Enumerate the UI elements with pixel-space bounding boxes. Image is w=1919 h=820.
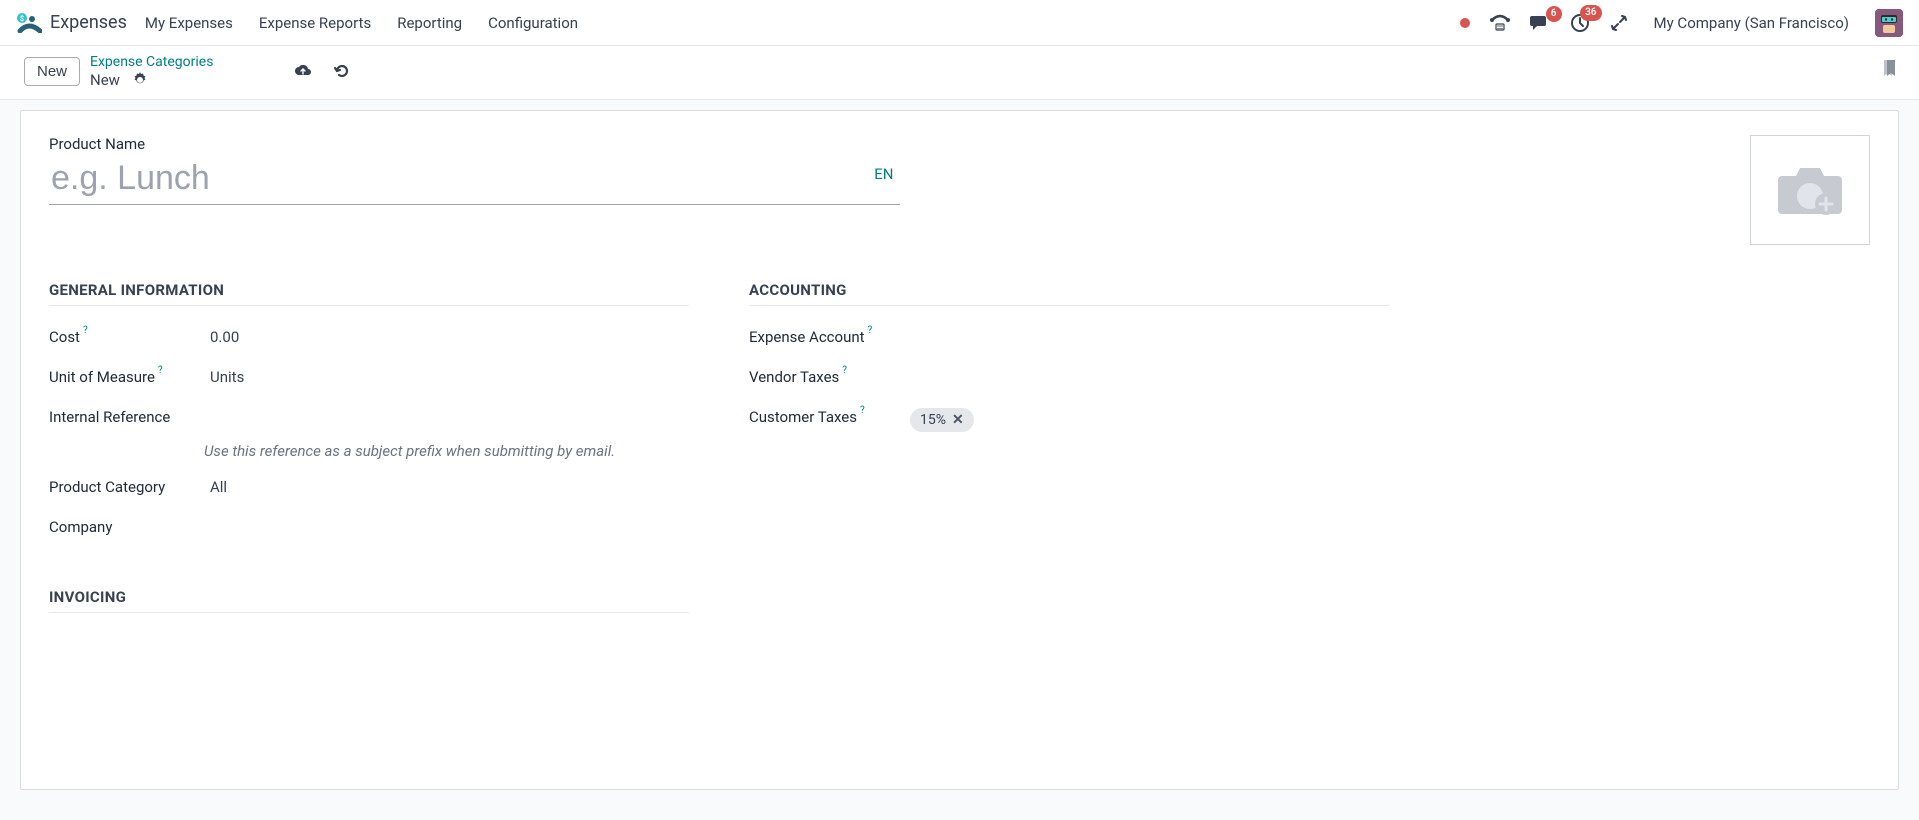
nav-configuration[interactable]: Configuration <box>488 14 578 32</box>
internal-reference-hint: Use this reference as a subject prefix w… <box>204 442 689 460</box>
help-icon[interactable]: ? <box>842 365 847 376</box>
svg-text:$: $ <box>20 15 24 23</box>
tax-tag-label: 15% <box>920 412 946 428</box>
section-title-general: GENERAL INFORMATION <box>49 281 689 306</box>
phone-icon[interactable] <box>1490 14 1510 32</box>
section-title-accounting: ACCOUNTING <box>749 281 1389 306</box>
product-image-placeholder[interactable] <box>1750 135 1870 245</box>
nav-expense-reports[interactable]: Expense Reports <box>259 14 371 32</box>
form-sheet: Product Name EN GENERAL INFORMATION <box>20 110 1899 790</box>
help-icon[interactable]: ? <box>83 325 88 336</box>
nav-my-expenses[interactable]: My Expenses <box>145 14 233 32</box>
top-navbar: $ Expenses My Expenses Expense Reports R… <box>0 0 1919 46</box>
activities-badge: 36 <box>1580 5 1601 21</box>
messages-icon[interactable]: 6 <box>1530 14 1550 32</box>
customer-taxes-label: Customer Taxes <box>749 408 857 426</box>
help-icon[interactable]: ? <box>868 325 873 336</box>
breadcrumb-current: New <box>90 71 120 89</box>
discard-icon[interactable] <box>333 62 351 80</box>
customer-taxes-field[interactable]: 15% ✕ <box>910 408 974 432</box>
help-icon[interactable]: ? <box>158 365 163 376</box>
nav-links: My Expenses Expense Reports Reporting Co… <box>145 14 578 32</box>
section-title-invoicing: INVOICING <box>49 588 689 613</box>
company-label: Company <box>49 518 112 536</box>
general-information-section: GENERAL INFORMATION Cost ? 0.00 Unit of … <box>49 281 689 635</box>
expense-account-label: Expense Account <box>749 328 865 346</box>
product-name-label: Product Name <box>49 135 900 153</box>
tax-tag[interactable]: 15% ✕ <box>910 408 974 432</box>
recording-indicator-icon[interactable] <box>1460 18 1470 28</box>
save-status-icons <box>293 62 351 80</box>
help-icon[interactable]: ? <box>860 405 865 416</box>
user-avatar[interactable] <box>1875 9 1903 37</box>
uom-label: Unit of Measure <box>49 368 155 386</box>
breadcrumb: Expense Categories New <box>90 54 213 89</box>
cloud-save-icon[interactable] <box>293 63 313 79</box>
product-name-input[interactable] <box>49 157 900 205</box>
cost-label: Cost <box>49 328 80 346</box>
messages-badge: 6 <box>1546 6 1562 22</box>
uom-field[interactable]: Units <box>210 368 244 386</box>
activities-icon[interactable]: 36 <box>1570 13 1590 33</box>
app-brand[interactable]: $ Expenses <box>16 12 127 33</box>
app-name: Expenses <box>50 12 127 33</box>
bookmark-icon[interactable] <box>1881 59 1897 83</box>
tag-remove-icon[interactable]: ✕ <box>952 412 964 428</box>
product-category-field[interactable]: All <box>210 478 227 496</box>
product-category-label: Product Category <box>49 478 165 496</box>
gear-icon[interactable] <box>132 72 148 88</box>
vendor-taxes-label: Vendor Taxes <box>749 368 839 386</box>
camera-add-icon <box>1770 158 1850 222</box>
breadcrumb-parent[interactable]: Expense Categories <box>90 54 213 71</box>
control-panel: New Expense Categories New <box>0 46 1919 100</box>
cost-field[interactable]: 0.00 <box>210 328 239 346</box>
expenses-app-icon: $ <box>16 13 42 33</box>
nav-reporting[interactable]: Reporting <box>397 14 462 32</box>
internal-reference-label: Internal Reference <box>49 408 170 426</box>
debug-tools-icon[interactable] <box>1610 14 1628 32</box>
translate-button[interactable]: EN <box>874 165 893 183</box>
accounting-section: ACCOUNTING Expense Account ? Vendor Taxe… <box>749 281 1389 635</box>
company-selector[interactable]: My Company (San Francisco) <box>1648 14 1855 32</box>
new-button[interactable]: New <box>24 57 80 86</box>
systray: 6 36 My Company (San Francisco) <box>1460 9 1903 37</box>
